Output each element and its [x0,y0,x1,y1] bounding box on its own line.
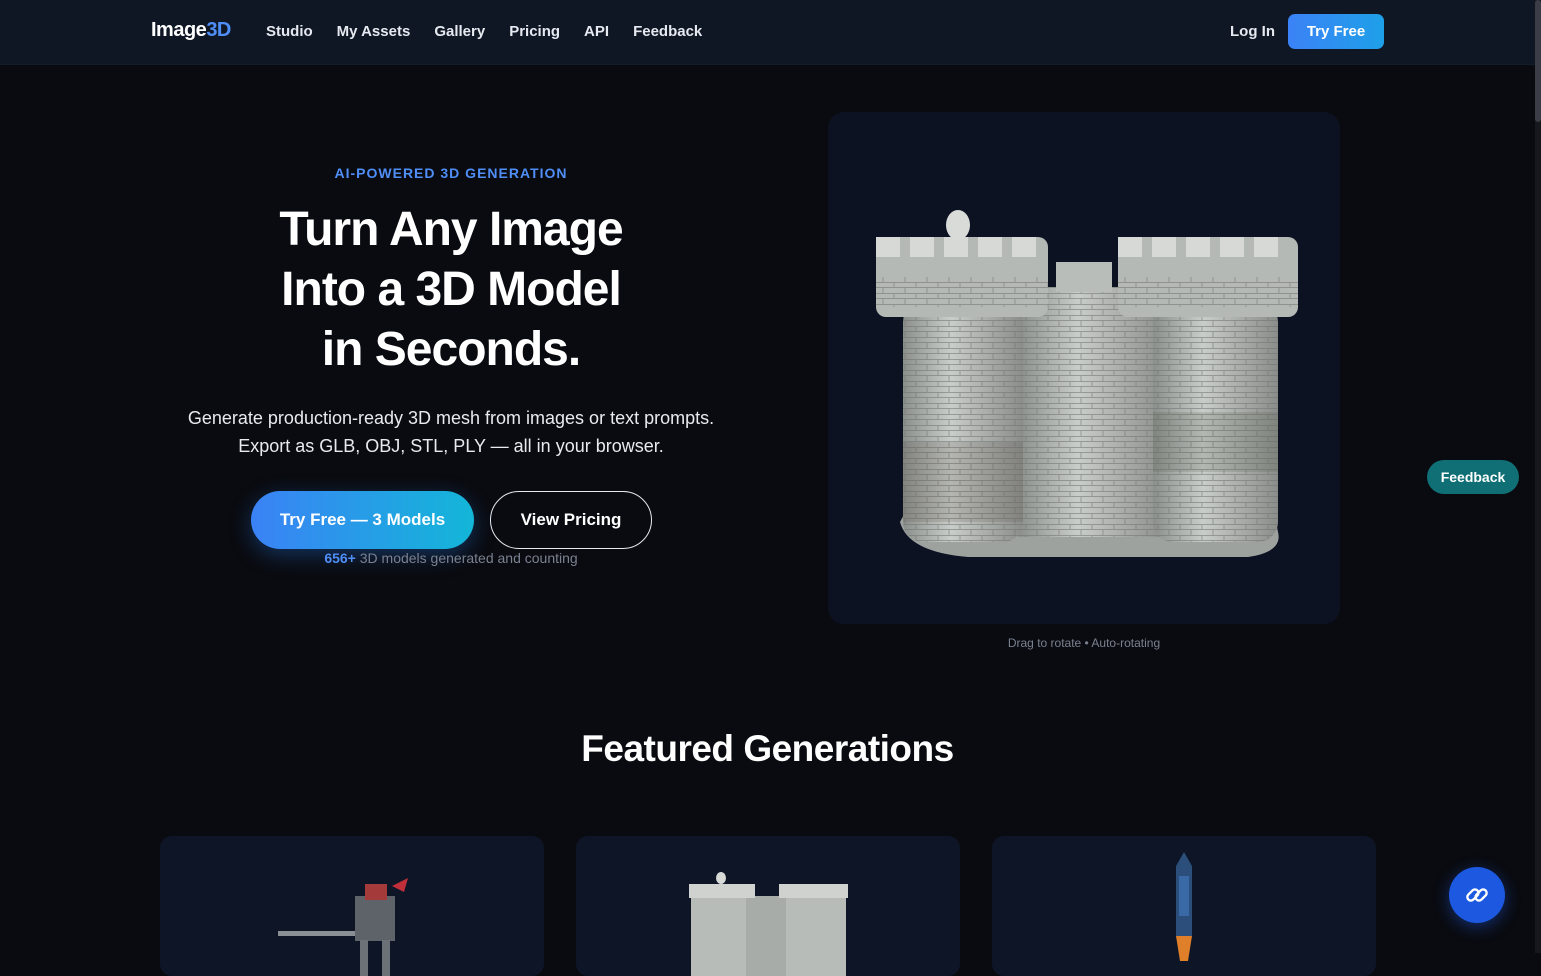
scrollbar-thumb[interactable] [1535,0,1541,122]
hero-title: Turn Any Image Into a 3D Model in Second… [200,200,702,380]
castle-model-image [876,210,1298,557]
try-free-button[interactable]: Try Free [1288,14,1384,49]
nav-link-api[interactable]: API [584,23,609,40]
hero-title-line2: Into a 3D Model [281,263,622,316]
hero-subtitle-line1: Generate production-ready 3D mesh from i… [187,408,715,428]
link-fab-button[interactable] [1449,867,1505,923]
hero-eyebrow: AI-POWERED 3D GENERATION [334,165,568,181]
featured-card-rocket[interactable] [992,836,1376,976]
rocket-thumbnail [1176,852,1192,961]
nav-link-feedback[interactable]: Feedback [633,23,702,40]
counter-number: 656+ [324,550,356,566]
hero-subtitle: Generate production-ready 3D mesh from i… [150,404,752,460]
castle-thumbnail [689,872,848,976]
nav-link-gallery[interactable]: Gallery [434,23,485,40]
link-icon [1466,888,1488,902]
nav-links: Studio My Assets Gallery Pricing API Fee… [266,23,702,40]
login-link[interactable]: Log In [1230,23,1275,40]
hero-title-line1: Turn Any Image [279,203,623,256]
view-pricing-button[interactable]: View Pricing [490,491,652,549]
nav-link-my-assets[interactable]: My Assets [337,23,411,40]
logo[interactable]: Image3D [151,19,231,42]
top-navbar: Image3D Studio My Assets Gallery Pricing… [0,0,1535,65]
nav-link-studio[interactable]: Studio [266,23,313,40]
hero-subtitle-line2: Export as GLB, OBJ, STL, PLY — all in yo… [238,436,664,456]
featured-title: Featured Generations [581,728,954,769]
logo-text: Image [151,19,207,41]
featured-card-castle[interactable] [576,836,960,976]
counter-text: 3D models generated and counting [359,550,578,566]
robot-thumbnail [278,878,408,976]
hero-title-line3: in Seconds. [321,323,581,376]
page-scrollbar[interactable] [1535,0,1541,953]
try-free-3-models-button[interactable]: Try Free — 3 Models [251,491,474,549]
model-viewer[interactable] [828,112,1340,624]
generation-counter: 656+ 3D models generated and counting [300,550,602,566]
nav-link-pricing[interactable]: Pricing [509,23,560,40]
featured-card-robot[interactable] [160,836,544,976]
logo-accent: 3D [206,19,231,41]
viewer-caption: Drag to rotate • Auto-rotating [1007,636,1161,650]
floating-feedback-button[interactable]: Feedback [1427,460,1519,494]
